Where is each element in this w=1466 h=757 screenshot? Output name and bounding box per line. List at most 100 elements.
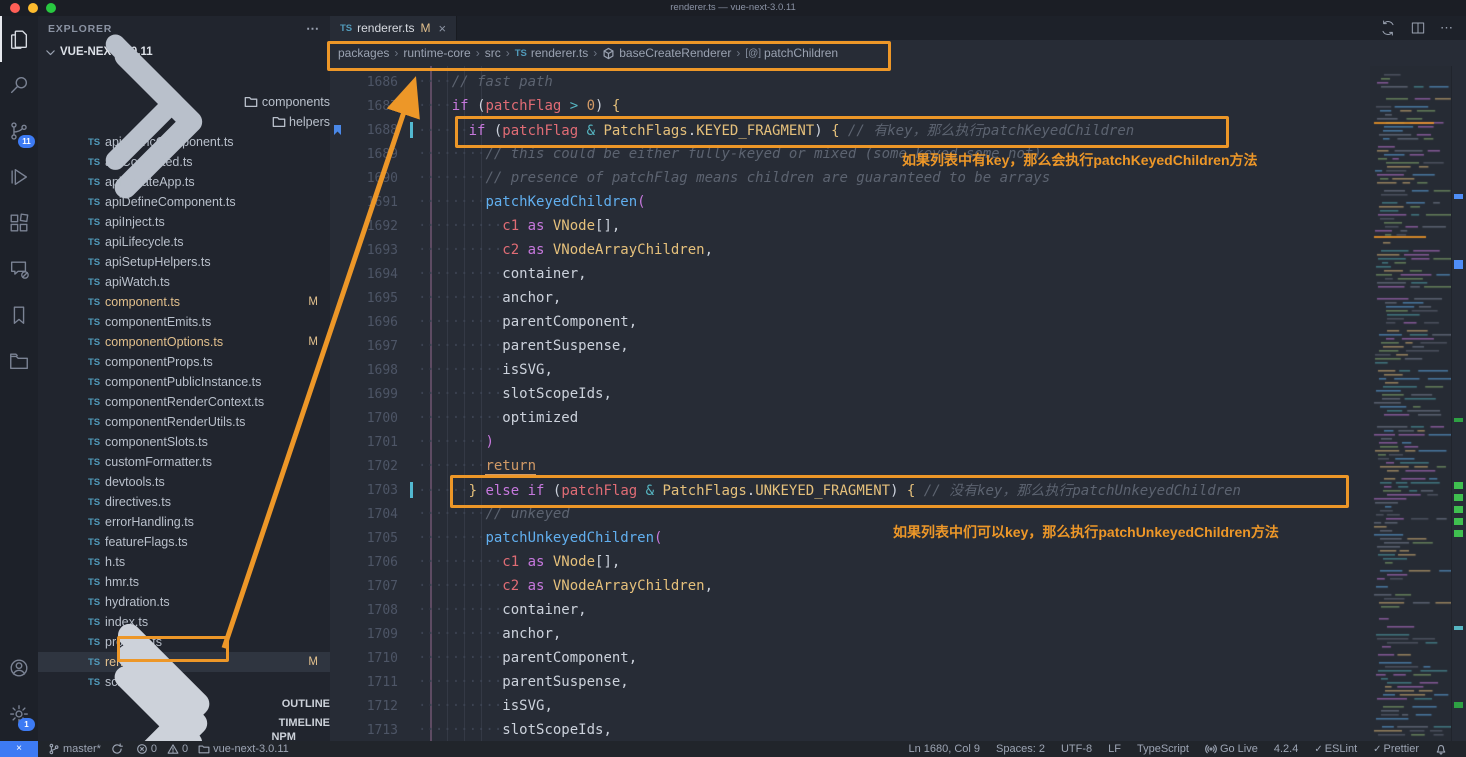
code-line-1701[interactable]: 1701········) [330,430,1370,454]
status-go-live[interactable]: Go Live [1205,743,1258,755]
line-number[interactable]: 1697 [330,339,410,354]
status-cursor-position[interactable]: Ln 1680, Col 9 [908,743,980,755]
status-remote-indicator[interactable]: × [0,741,38,757]
line-number[interactable]: 1691 [330,195,410,210]
code-line-1705[interactable]: 1705········patchUnkeyedChildren( [330,526,1370,550]
code-line-1711[interactable]: 1711··········parentSuspense, [330,670,1370,694]
overview-ruler[interactable] [1451,66,1466,741]
tree-item-apiComputed-ts[interactable]: TSapiComputed.ts [38,152,330,172]
tree-item-apiCreateApp-ts[interactable]: TSapiCreateApp.ts [38,172,330,192]
code-line-1694[interactable]: 1694··········container, [330,262,1370,286]
tree-item-apiAsyncComponent-ts[interactable]: TSapiAsyncComponent.ts [38,132,330,152]
activity-item-search[interactable] [0,62,38,108]
tree-item-componentOptions-ts[interactable]: TScomponentOptions.tsM [38,332,330,352]
tree-item-componentRenderUtils-ts[interactable]: TScomponentRenderUtils.ts [38,412,330,432]
code-line-1686[interactable]: 1686····// fast path [330,70,1370,94]
breadcrumb-runtime-core[interactable]: runtime-core [403,46,470,60]
line-number[interactable]: 1712 [330,699,410,714]
activity-item-project-manager[interactable] [0,338,38,384]
breadcrumb-src[interactable]: src [485,46,501,60]
code-line-1687[interactable]: 1687····if (patchFlag > 0) { [330,94,1370,118]
code-line-1691[interactable]: 1691········patchKeyedChildren( [330,190,1370,214]
status-indentation[interactable]: Spaces: 2 [996,743,1045,755]
code-line-1703[interactable]: 1703······} else if (patchFlag & PatchFl… [330,478,1370,502]
tree-item-componentEmits-ts[interactable]: TScomponentEmits.ts [38,312,330,332]
line-number[interactable]: 1700 [330,411,410,426]
line-number[interactable]: 1707 [330,579,410,594]
code-line-1708[interactable]: 1708··········container, [330,598,1370,622]
tree-item-customFormatter-ts[interactable]: TScustomFormatter.ts [38,452,330,472]
line-number[interactable]: 1701 [330,435,410,450]
line-number[interactable]: 1696 [330,315,410,330]
line-number[interactable]: 1706 [330,555,410,570]
code-line-1702[interactable]: 1702········return [330,454,1370,478]
tree-item-component-ts[interactable]: TScomponent.tsM [38,292,330,312]
status-encoding[interactable]: UTF-8 [1061,743,1092,755]
status-errors[interactable]: 0 [136,743,157,755]
line-number[interactable]: 1710 [330,651,410,666]
line-number[interactable]: 1686 [330,75,410,90]
line-number[interactable]: 1703 [330,483,410,498]
line-number[interactable]: 1695 [330,291,410,306]
status-workspace[interactable]: vue-next-3.0.11 [198,743,289,755]
code-line-1696[interactable]: 1696··········parentComponent, [330,310,1370,334]
line-number[interactable]: 1699 [330,387,410,402]
breadcrumb-packages[interactable]: packages [338,46,389,60]
open-changes-icon[interactable] [1380,20,1396,36]
code-line-1706[interactable]: 1706··········c1 as VNode[], [330,550,1370,574]
tab-close-icon[interactable]: × [439,21,447,36]
editor-more-actions[interactable]: ⋯ [1440,20,1454,36]
tree-item-helpers[interactable]: helpers [38,112,330,132]
line-number[interactable]: 1698 [330,363,410,378]
status-prettier[interactable]: ✓Prettier [1373,743,1419,755]
line-number[interactable]: 1693 [330,243,410,258]
status-eslint[interactable]: ✓ESLint [1314,743,1357,755]
code-line-1698[interactable]: 1698··········isSVG, [330,358,1370,382]
line-number[interactable]: 1702 [330,459,410,474]
tree-item-componentProps-ts[interactable]: TScomponentProps.ts [38,352,330,372]
code-line-1692[interactable]: 1692··········c1 as VNode[], [330,214,1370,238]
activity-item-bookmarks[interactable] [0,292,38,338]
code-line-1700[interactable]: 1700··········optimized [330,406,1370,430]
tree-item-apiLifecycle-ts[interactable]: TSapiLifecycle.ts [38,232,330,252]
tree-item-featureFlags-ts[interactable]: TSfeatureFlags.ts [38,532,330,552]
tree-item-apiDefineComponent-ts[interactable]: TSapiDefineComponent.ts [38,192,330,212]
code-line-1690[interactable]: 1690········// presence of patchFlag mea… [330,166,1370,190]
tree-item-componentPublicInstance-ts[interactable]: TScomponentPublicInstance.ts [38,372,330,392]
status-notifications[interactable] [1435,743,1450,755]
tree-item-componentSlots-ts[interactable]: TScomponentSlots.ts [38,432,330,452]
line-number[interactable]: 1709 [330,627,410,642]
code-line-1693[interactable]: 1693··········c2 as VNodeArrayChildren, [330,238,1370,262]
line-number[interactable]: 1704 [330,507,410,522]
activity-item-explorer[interactable] [0,16,38,62]
tree-item-apiWatch-ts[interactable]: TSapiWatch.ts [38,272,330,292]
code-line-1709[interactable]: 1709··········anchor, [330,622,1370,646]
status-sync[interactable] [111,743,126,755]
status-language-mode[interactable]: TypeScript [1137,743,1189,755]
tree-item-errorHandling-ts[interactable]: TSerrorHandling.ts [38,512,330,532]
explorer-more-actions[interactable]: ⋯ [306,21,320,37]
code-line-1712[interactable]: 1712··········isSVG, [330,694,1370,718]
breadcrumb-renderer-ts[interactable]: TSrenderer.ts [515,46,589,60]
activity-item-source-control[interactable]: 11 [0,108,38,154]
code-line-1710[interactable]: 1710··········parentComponent, [330,646,1370,670]
code-line-1704[interactable]: 1704········// unkeyed [330,502,1370,526]
activity-item-extensions[interactable] [0,200,38,246]
tree-item-devtools-ts[interactable]: TSdevtools.ts [38,472,330,492]
activity-item-settings[interactable]: 1 [0,691,38,737]
tree-item-h-ts[interactable]: TSh.ts [38,552,330,572]
line-number[interactable]: 1692 [330,219,410,234]
line-number[interactable]: 1687 [330,99,410,114]
code-line-1688[interactable]: 1688······if (patchFlag & PatchFlags.KEY… [330,118,1370,142]
line-number[interactable]: 1694 [330,267,410,282]
status-warnings[interactable]: 0 [167,743,188,755]
line-number[interactable]: 1689 [330,147,410,162]
status-version[interactable]: 4.2.4 [1274,743,1298,755]
breadcrumb-baseCreateRenderer[interactable]: baseCreateRenderer [602,46,731,60]
breadcrumb-patchChildren[interactable]: [@]patchChildren [745,46,838,60]
code-line-1695[interactable]: 1695··········anchor, [330,286,1370,310]
code-line-1707[interactable]: 1707··········c2 as VNodeArrayChildren, [330,574,1370,598]
line-number[interactable]: 1711 [330,675,410,690]
line-number[interactable]: 1713 [330,723,410,738]
line-number[interactable]: 1705 [330,531,410,546]
